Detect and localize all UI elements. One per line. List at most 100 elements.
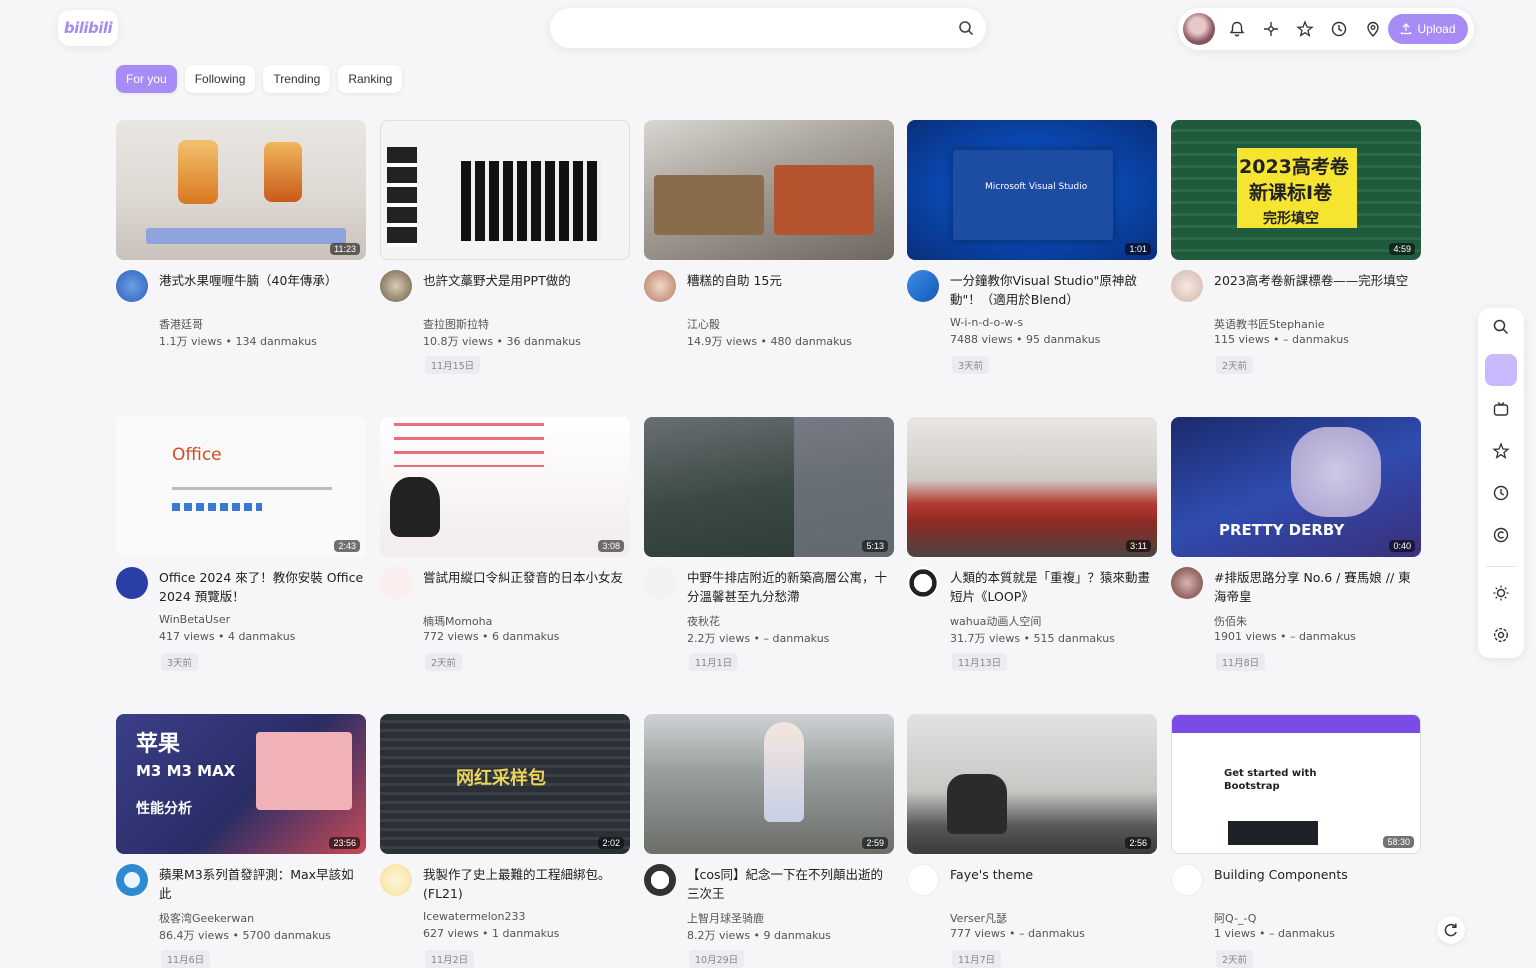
video-title[interactable]: 蘋果M3系列首發評測：Max早該如此 — [159, 865, 364, 903]
video-card[interactable]: 2:56 Faye's theme Verser凡瑟 777 views • –… — [907, 714, 1157, 968]
refresh-button[interactable] — [1437, 916, 1465, 944]
video-thumbnail[interactable]: 3:11 — [907, 417, 1157, 557]
video-card[interactable]: 糟糕的自助 15元 江心骰 14.9万 views • 480 danmakus — [644, 120, 894, 348]
video-title[interactable]: 中野牛排店附近的新築高層公寓，十分溫馨甚至九分愁滯 — [687, 568, 892, 606]
video-thumbnail[interactable]: 2:56 — [907, 714, 1157, 854]
tab-trending[interactable]: Trending — [263, 65, 331, 93]
video-title[interactable]: 一分鐘教你Visual Studio"原神啟動"！（適用於Blend） — [950, 271, 1155, 309]
video-author[interactable]: Icewatermelon233 — [423, 910, 525, 923]
video-thumbnail[interactable]: Microsoft Visual Studio 1:01 — [907, 120, 1157, 260]
search-input[interactable] — [568, 18, 952, 40]
video-title[interactable]: 2023高考卷新課標卷——完形填空 — [1214, 271, 1419, 290]
video-author[interactable]: 上智月球圣骑鹿 — [687, 910, 764, 926]
video-thumbnail[interactable] — [380, 120, 630, 260]
video-card[interactable]: Microsoft Visual Studio 1:01 一分鐘教你Visual… — [907, 120, 1157, 374]
tab-following[interactable]: Following — [184, 65, 256, 93]
sun-icon[interactable] — [1492, 584, 1510, 602]
video-author[interactable]: 楠瑪Momoha — [423, 613, 492, 629]
video-author[interactable]: W-i-n-d-o-w-s — [950, 316, 1023, 329]
search-bar[interactable] — [550, 8, 986, 48]
channel-avatar[interactable] — [907, 270, 939, 302]
settings-icon[interactable] — [1492, 626, 1510, 644]
dynamic-icon[interactable] — [1262, 20, 1280, 38]
video-title[interactable]: Faye's theme — [950, 865, 1155, 884]
tv-icon[interactable] — [1492, 400, 1510, 418]
video-thumbnail[interactable]: 11:23 — [116, 120, 366, 260]
channel-avatar[interactable] — [644, 864, 676, 896]
bilibili-logo[interactable]: bilibili — [58, 10, 118, 46]
video-title[interactable]: 糟糕的自助 15元 — [687, 271, 892, 290]
channel-avatar[interactable] — [907, 864, 939, 896]
video-card[interactable]: 3:08 嘗試用縱口令糾正發音的日本小女友 楠瑪Momoha 772 views… — [380, 417, 630, 671]
video-author[interactable]: wahua动画人空间 — [950, 613, 1041, 629]
video-card[interactable]: Get started with Bootstrap 58:30 Buildin… — [1171, 714, 1421, 968]
search-icon[interactable] — [1492, 318, 1510, 336]
video-card[interactable]: 网红采样包 2:02 我製作了史上最難的工程細綁包。(FL21) Icewate… — [380, 714, 630, 968]
video-card[interactable]: 也許文藁野犬是用PPT做的 查拉图斯拉特 10.8万 views • 36 da… — [380, 120, 630, 374]
video-author[interactable]: 英语教书匠Stephanie — [1214, 316, 1325, 332]
channel-avatar[interactable] — [116, 864, 148, 896]
channel-avatar[interactable] — [116, 567, 148, 599]
avatar[interactable] — [1183, 13, 1215, 45]
video-thumbnail[interactable]: 网红采样包 2:02 — [380, 714, 630, 854]
video-title[interactable]: 也許文藁野犬是用PPT做的 — [423, 271, 628, 290]
video-author[interactable]: 香港廷哥 — [159, 316, 203, 332]
tab-ranking[interactable]: Ranking — [338, 65, 403, 93]
video-thumbnail[interactable]: Office 2:43 — [116, 417, 366, 557]
channel-avatar[interactable] — [1171, 864, 1203, 896]
home-button[interactable] — [1485, 354, 1517, 386]
video-author[interactable]: 江心骰 — [687, 316, 720, 332]
video-title[interactable]: 我製作了史上最難的工程細綁包。(FL21) — [423, 865, 628, 903]
video-author[interactable]: 极客湾Geekerwan — [159, 910, 254, 926]
video-card[interactable]: 11:23 港式水果喱喱牛腩（40年傳承） 香港廷哥 1.1万 views • … — [116, 120, 366, 348]
video-thumbnail[interactable]: 5:13 — [644, 417, 894, 557]
channel-avatar[interactable] — [1171, 567, 1203, 599]
video-title[interactable]: #排版思路分享 No.6 / 賽馬娘 // 東海帝皇 — [1214, 568, 1419, 606]
video-author[interactable]: 伤佰朱 — [1214, 613, 1247, 629]
channel-avatar[interactable] — [116, 270, 148, 302]
clock-icon[interactable] — [1492, 484, 1510, 502]
video-card[interactable]: Office 2:43 Office 2024 來了！教你安裝 Office 2… — [116, 417, 366, 671]
video-card[interactable]: 苹果 M3 M3 MAX 性能分析 23:56 蘋果M3系列首發評測：Max早該… — [116, 714, 366, 968]
video-card[interactable]: 3:11 人類的本質就是「重複」？猿來動畫短片《LOOP》 wahua动画人空间… — [907, 417, 1157, 671]
video-author[interactable]: 夜秋花 — [687, 613, 720, 629]
clock-icon[interactable] — [1330, 20, 1348, 38]
video-card[interactable]: 2023高考卷 新课标I卷 完形填空 4:59 2023高考卷新課標卷——完形填… — [1171, 120, 1421, 374]
bell-icon[interactable] — [1228, 20, 1246, 38]
video-thumbnail[interactable]: 2023高考卷 新课标I卷 完形填空 4:59 — [1171, 120, 1421, 260]
channel-avatar[interactable] — [644, 270, 676, 302]
channel-avatar[interactable] — [644, 567, 676, 599]
video-card[interactable]: 2:59 【cos同】紀念一下在不列顛出逝的三次王 上智月球圣骑鹿 8.2万 v… — [644, 714, 894, 968]
channel-avatar[interactable] — [907, 567, 939, 599]
channel-avatar[interactable] — [380, 864, 412, 896]
channel-avatar[interactable] — [380, 567, 412, 599]
search-icon[interactable] — [958, 20, 974, 36]
pin-icon[interactable] — [1364, 20, 1382, 38]
star-icon[interactable] — [1492, 442, 1510, 460]
upload-button[interactable]: Upload — [1388, 14, 1468, 44]
video-thumbnail[interactable]: 苹果 M3 M3 MAX 性能分析 23:56 — [116, 714, 366, 854]
video-author[interactable]: 查拉图斯拉特 — [423, 316, 489, 332]
video-author[interactable]: WinBetaUser — [159, 613, 230, 626]
video-card[interactable]: PRETTY DERBY 0:40 #排版思路分享 No.6 / 賽馬娘 // … — [1171, 417, 1421, 671]
video-title[interactable]: Building Components — [1214, 865, 1419, 884]
video-title[interactable]: 人類的本質就是「重複」？猿來動畫短片《LOOP》 — [950, 568, 1155, 606]
video-stats: 772 views • 6 danmakus — [423, 630, 560, 643]
video-thumbnail[interactable]: PRETTY DERBY 0:40 — [1171, 417, 1421, 557]
video-thumbnail[interactable]: 2:59 — [644, 714, 894, 854]
video-author[interactable]: Verser凡瑟 — [950, 910, 1007, 926]
video-thumbnail[interactable] — [644, 120, 894, 260]
video-title[interactable]: Office 2024 來了！教你安裝 Office 2024 預覽版！ — [159, 568, 364, 606]
video-thumbnail[interactable]: Get started with Bootstrap 58:30 — [1171, 714, 1421, 854]
channel-avatar[interactable] — [380, 270, 412, 302]
video-thumbnail[interactable]: 3:08 — [380, 417, 630, 557]
video-title[interactable]: 【cos同】紀念一下在不列顛出逝的三次王 — [687, 865, 892, 903]
video-title[interactable]: 港式水果喱喱牛腩（40年傳承） — [159, 271, 364, 290]
tab-for-you[interactable]: For you — [116, 65, 177, 93]
star-icon[interactable] — [1296, 20, 1314, 38]
creator-icon[interactable] — [1492, 526, 1510, 544]
video-card[interactable]: 5:13 中野牛排店附近的新築高層公寓，十分溫馨甚至九分愁滯 夜秋花 2.2万 … — [644, 417, 894, 671]
video-title[interactable]: 嘗試用縱口令糾正發音的日本小女友 — [423, 568, 628, 587]
video-author[interactable]: 阿Q-_-Q — [1214, 910, 1256, 926]
channel-avatar[interactable] — [1171, 270, 1203, 302]
